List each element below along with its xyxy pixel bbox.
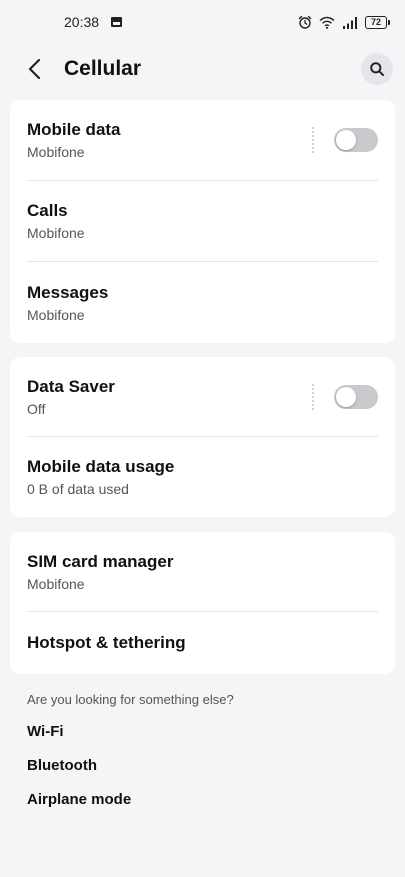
row-title: Mobile data usage: [27, 457, 175, 476]
row-title: Data Saver: [27, 376, 115, 396]
bluetooth-link[interactable]: Bluetooth: [0, 757, 405, 774]
sim-section: SIM card manager Mobifone Hotspot & teth…: [10, 532, 395, 674]
row-subtitle: Mobifone: [27, 306, 85, 323]
suggestions-label: Are you looking for something else?: [27, 692, 234, 707]
status-right: 72: [298, 15, 390, 29]
toggle-knob: [336, 386, 356, 407]
wifi-link[interactable]: Wi-Fi: [0, 723, 405, 740]
row-title: Calls: [27, 201, 68, 220]
hotspot-tethering-text: Hotspot & tethering: [27, 633, 378, 653]
status-time: 20:38: [64, 14, 100, 30]
status-left: 20:38: [64, 14, 123, 30]
mobile-data-usage-text: Mobile data usage 0 B of data used: [27, 457, 378, 497]
calls-text: Calls Mobifone: [27, 201, 378, 241]
image-notification-icon: [111, 17, 123, 27]
data-saver-toggle[interactable]: [334, 384, 378, 409]
row-divider: [312, 127, 314, 153]
chevron-left-icon: [28, 58, 41, 80]
sim-card-manager-text: SIM card manager Mobifone: [27, 552, 378, 592]
sim-card-manager-row[interactable]: SIM card manager Mobifone: [27, 532, 378, 612]
row-title: Mobile data: [27, 120, 121, 139]
hotspot-tethering-row[interactable]: Hotspot & tethering: [27, 612, 378, 674]
page-title: Cellular: [64, 57, 142, 80]
mobile-data-usage-row[interactable]: Mobile data usage 0 B of data used: [27, 437, 378, 517]
row-subtitle: Mobifone: [27, 144, 85, 160]
data-section: Data Saver Off Mobile data usage 0 B of …: [10, 357, 395, 517]
row-subtitle: Mobifone: [27, 575, 85, 592]
messages-text: Messages Mobifone: [27, 283, 378, 323]
search-icon: [370, 62, 384, 76]
mobile-data-text: Mobile data Mobifone: [27, 120, 312, 160]
app-header: Cellular: [0, 44, 405, 94]
battery-icon: 72: [365, 15, 390, 29]
row-divider: [312, 383, 314, 410]
alarm-icon: [298, 15, 312, 29]
data-saver-row[interactable]: Data Saver Off: [27, 357, 378, 437]
row-subtitle: Mobifone: [27, 225, 85, 241]
row-subtitle: 0 B of data used: [27, 481, 129, 497]
calls-row[interactable]: Calls Mobifone: [27, 181, 378, 262]
mobile-data-toggle[interactable]: [334, 128, 378, 152]
back-button[interactable]: [22, 54, 46, 84]
row-title: Messages: [27, 282, 109, 302]
cellular-section: Mobile data Mobifone Calls Mobifone Mess…: [10, 100, 395, 343]
status-bar: 20:38 72: [0, 0, 405, 44]
row-title: Hotspot & tethering: [27, 633, 186, 652]
signal-icon: [343, 16, 357, 29]
wifi-icon: [319, 16, 335, 29]
row-title: SIM card manager: [27, 551, 174, 571]
messages-row[interactable]: Messages Mobifone: [27, 262, 378, 343]
data-saver-text: Data Saver Off: [27, 377, 312, 417]
airplane-mode-link[interactable]: Airplane mode: [0, 791, 405, 808]
row-subtitle: Off: [27, 400, 46, 417]
toggle-knob: [336, 130, 356, 150]
search-button[interactable]: [361, 53, 393, 85]
mobile-data-row[interactable]: Mobile data Mobifone: [27, 100, 378, 181]
